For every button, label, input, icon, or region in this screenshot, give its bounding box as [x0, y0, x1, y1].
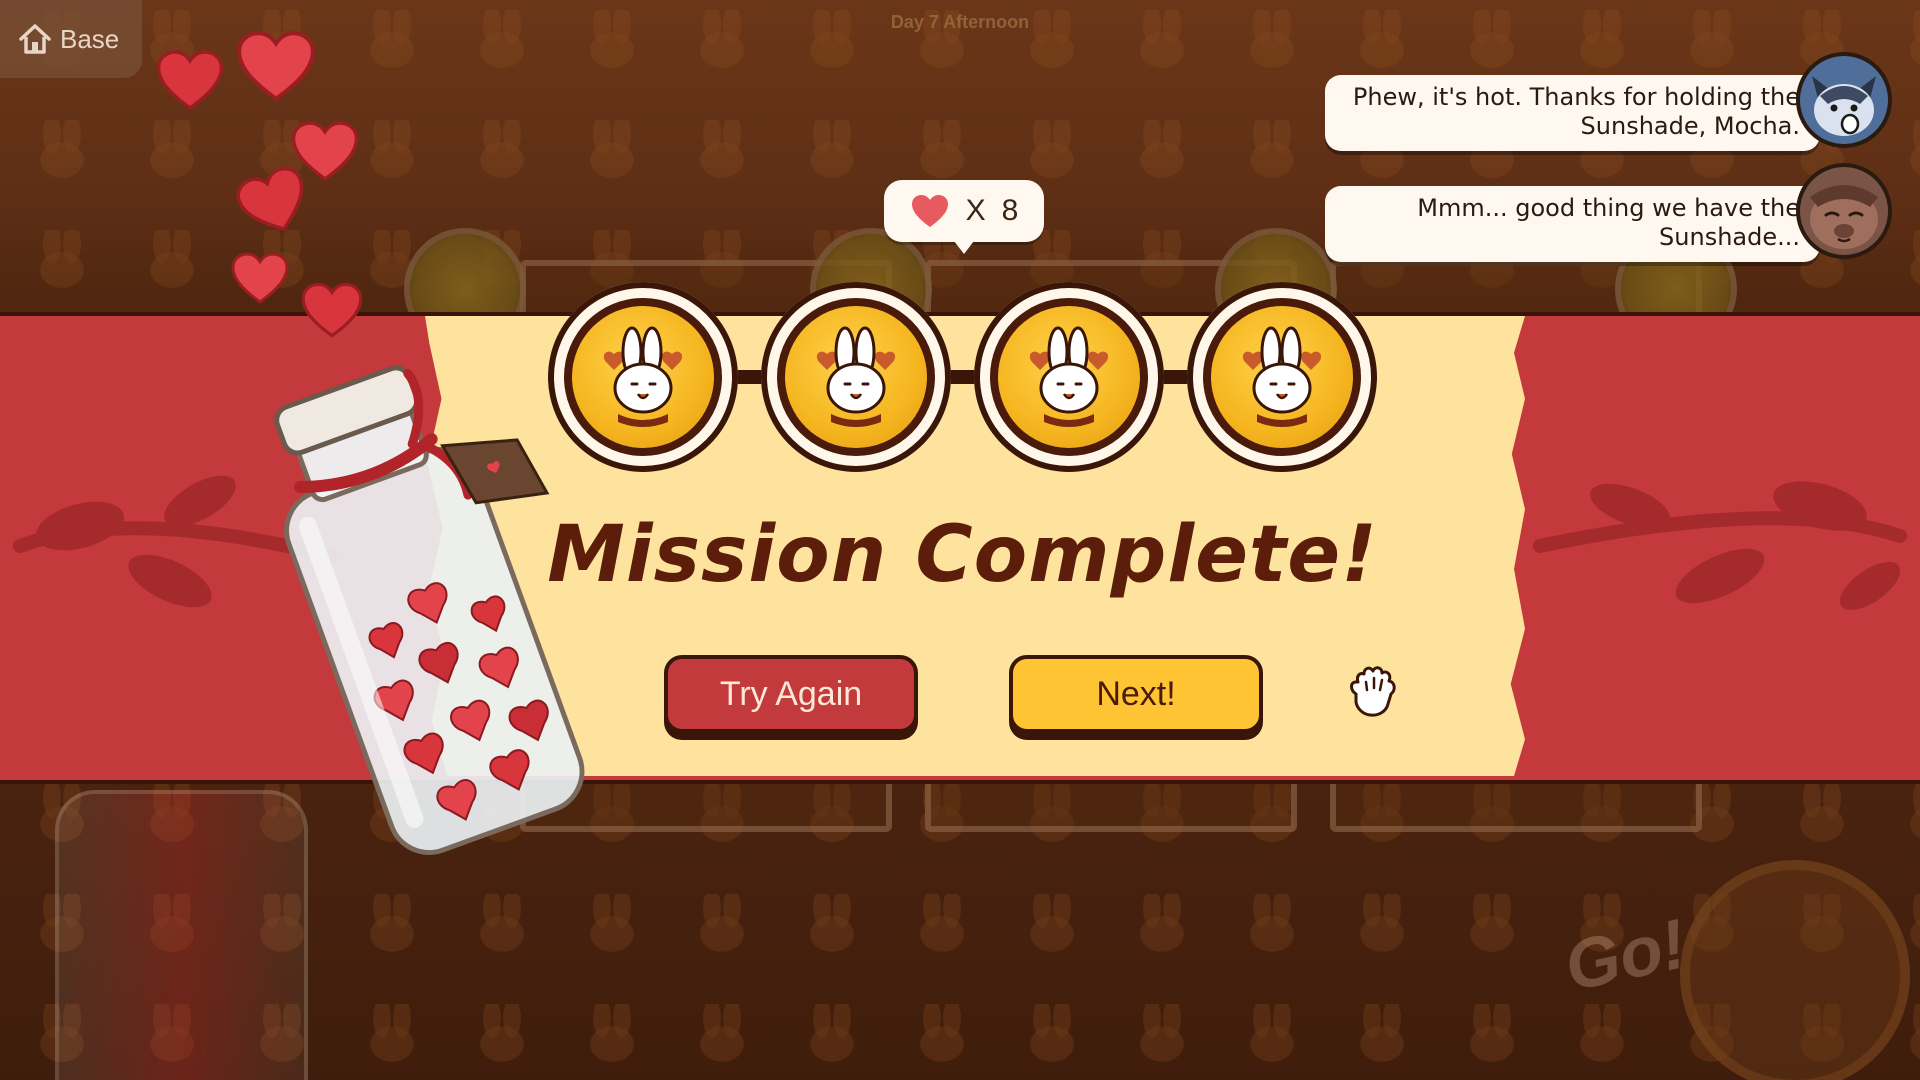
heart-jar: [240, 340, 620, 880]
background-drum: [1680, 860, 1910, 1080]
heart-count: 8: [1001, 194, 1019, 227]
bunny-peace-medal-icon: [1242, 326, 1322, 427]
vine-decoration-right: [1533, 481, 1907, 610]
medal-3: [974, 282, 1164, 472]
heart-count-bubble: X 8: [884, 180, 1044, 254]
dog-face-icon: [1810, 185, 1878, 249]
medal-row: [548, 282, 1378, 472]
chat-message-2: Mmm... good thing we have the Sunshade..…: [1325, 186, 1820, 262]
game-scene: Go! Base Day 7 Afternoon X 8 Mission Com…: [0, 0, 1920, 1080]
medal-face: [998, 306, 1140, 448]
bunny-peace-medal-icon: [1029, 326, 1109, 427]
heart-icon: [301, 282, 363, 338]
heart-icon: [911, 195, 948, 227]
wolf-face-icon: [1812, 76, 1876, 136]
medal-ring: [1203, 298, 1361, 456]
medal-4: [1187, 282, 1377, 472]
heart-icon: [231, 252, 289, 304]
medal-face: [785, 306, 927, 448]
heart-jar-icon: [274, 365, 585, 855]
medal-face: [1211, 306, 1353, 448]
try-again-button[interactable]: Try Again: [664, 655, 918, 733]
wolf-avatar: [1796, 52, 1892, 148]
next-button[interactable]: Next!: [1009, 655, 1263, 733]
heart-icon: [237, 31, 315, 102]
dog-avatar: [1796, 163, 1892, 259]
medal-ring: [777, 298, 935, 456]
bunny-peace-medal-icon: [816, 326, 896, 427]
heart-icon: [156, 50, 224, 111]
chat-message-1: Phew, it's hot. Thanks for holding the S…: [1325, 75, 1820, 151]
medal-2: [761, 282, 951, 472]
medal-ring: [990, 298, 1148, 456]
multiplier-sign: X: [965, 194, 986, 227]
pointer-hand-icon: [1350, 666, 1396, 717]
